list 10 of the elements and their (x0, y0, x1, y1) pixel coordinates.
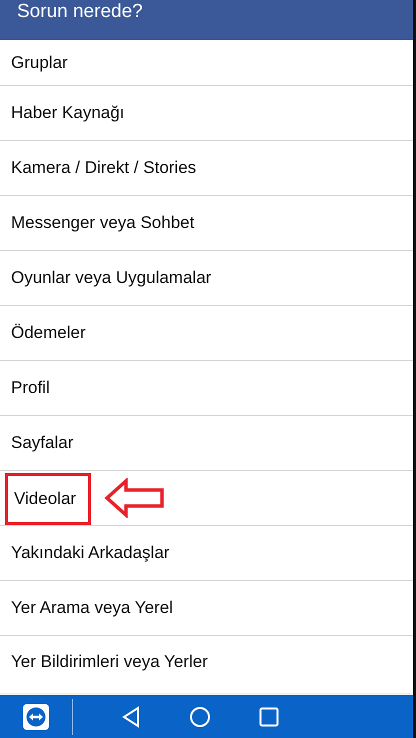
home-icon[interactable] (189, 706, 211, 728)
list-item[interactable]: Gruplar (0, 40, 413, 86)
header-title: Sorun nerede? (17, 1, 143, 23)
remote-app-icon[interactable] (23, 704, 49, 730)
arrow-icon (104, 478, 166, 518)
recents-icon[interactable] (259, 706, 279, 726)
back-icon[interactable] (121, 706, 141, 728)
list-item[interactable]: Videolar (0, 471, 413, 526)
list-item[interactable]: Yer Bildirimleri veya Yerler (0, 636, 413, 688)
highlight-frame: Videolar (5, 473, 92, 525)
